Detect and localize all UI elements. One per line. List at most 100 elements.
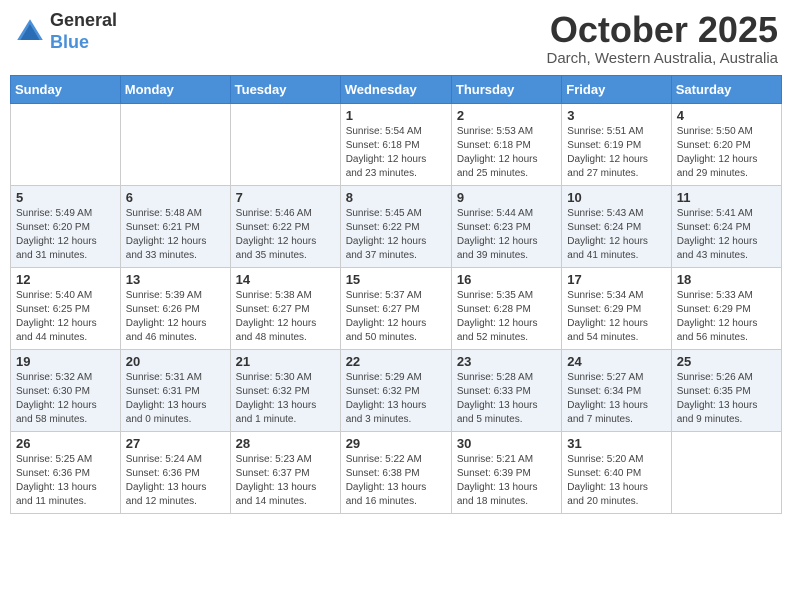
day-info: Sunrise: 5:49 AM Sunset: 6:20 PM Dayligh… (16, 207, 115, 263)
day-info: Sunrise: 5:23 AM Sunset: 6:37 PM Dayligh… (236, 453, 335, 509)
calendar-cell: 12 Sunrise: 5:40 AM Sunset: 6:25 PM Dayli… (11, 267, 121, 349)
calendar-cell: 16 Sunrise: 5:35 AM Sunset: 6:28 PM Dayli… (451, 267, 561, 349)
calendar-cell: 18 Sunrise: 5:33 AM Sunset: 6:29 PM Dayli… (671, 267, 781, 349)
day-number: 7 (236, 190, 335, 205)
calendar-cell (671, 431, 781, 513)
logo-general: General (50, 10, 117, 30)
calendar-cell: 10Sunrise: 5:43 AM Sunset: 6:24 PM Dayli… (562, 185, 671, 267)
day-number: 6 (126, 190, 225, 205)
day-info: Sunrise: 5:34 AM Sunset: 6:29 PM Dayligh… (567, 289, 665, 345)
day-info: Sunrise: 5:46 AM Sunset: 6:22 PM Dayligh… (236, 207, 335, 263)
day-info: Sunrise: 5:27 AM Sunset: 6:34 PM Dayligh… (567, 371, 665, 427)
calendar-cell: 7 Sunrise: 5:46 AM Sunset: 6:22 PM Daylig… (230, 185, 340, 267)
day-number: 9 (457, 190, 556, 205)
calendar-week-row: 5 Sunrise: 5:49 AM Sunset: 6:20 PM Daylig… (11, 185, 782, 267)
day-number: 12 (16, 272, 115, 287)
calendar-cell: 29Sunrise: 5:22 AM Sunset: 6:38 PM Dayli… (340, 431, 451, 513)
day-number: 23 (457, 354, 556, 369)
calendar-cell: 30 Sunrise: 5:21 AM Sunset: 6:39 PM Dayli… (451, 431, 561, 513)
page-header: General Blue October 2025 Darch, Western… (10, 10, 782, 67)
month-title: October 2025 (547, 10, 779, 50)
calendar-body: 1 Sunrise: 5:54 AM Sunset: 6:18 PM Daylig… (11, 103, 782, 513)
calendar-cell: 2Sunrise: 5:53 AM Sunset: 6:18 PM Daylig… (451, 103, 561, 185)
weekday-header: Wednesday (340, 75, 451, 103)
logo-icon (14, 16, 46, 48)
day-number: 1 (346, 108, 446, 123)
calendar-week-row: 26 Sunrise: 5:25 AM Sunset: 6:36 PM Dayli… (11, 431, 782, 513)
logo-text: General Blue (50, 10, 117, 53)
day-info: Sunrise: 5:35 AM Sunset: 6:28 PM Dayligh… (457, 289, 556, 345)
day-number: 18 (677, 272, 776, 287)
calendar-cell: 25Sunrise: 5:26 AM Sunset: 6:35 PM Dayli… (671, 349, 781, 431)
day-info: Sunrise: 5:40 AM Sunset: 6:25 PM Dayligh… (16, 289, 115, 345)
day-info: Sunrise: 5:29 AM Sunset: 6:32 PM Dayligh… (346, 371, 446, 427)
day-number: 11 (677, 190, 776, 205)
calendar-week-row: 1 Sunrise: 5:54 AM Sunset: 6:18 PM Daylig… (11, 103, 782, 185)
calendar-cell: 31Sunrise: 5:20 AM Sunset: 6:40 PM Dayli… (562, 431, 671, 513)
day-info: Sunrise: 5:54 AM Sunset: 6:18 PM Dayligh… (346, 125, 446, 181)
calendar-cell: 26 Sunrise: 5:25 AM Sunset: 6:36 PM Dayli… (11, 431, 121, 513)
calendar-cell: 17Sunrise: 5:34 AM Sunset: 6:29 PM Dayli… (562, 267, 671, 349)
calendar-cell (230, 103, 340, 185)
calendar-table: SundayMondayTuesdayWednesdayThursdayFrid… (10, 75, 782, 514)
day-number: 27 (126, 436, 225, 451)
calendar-week-row: 19Sunrise: 5:32 AM Sunset: 6:30 PM Dayli… (11, 349, 782, 431)
day-info: Sunrise: 5:31 AM Sunset: 6:31 PM Dayligh… (126, 371, 225, 427)
title-block: October 2025 Darch, Western Australia, A… (547, 10, 779, 67)
day-info: Sunrise: 5:41 AM Sunset: 6:24 PM Dayligh… (677, 207, 776, 263)
day-info: Sunrise: 5:39 AM Sunset: 6:26 PM Dayligh… (126, 289, 225, 345)
calendar-cell: 5 Sunrise: 5:49 AM Sunset: 6:20 PM Daylig… (11, 185, 121, 267)
day-number: 26 (16, 436, 115, 451)
weekday-header: Thursday (451, 75, 561, 103)
calendar-cell: 13 Sunrise: 5:39 AM Sunset: 6:26 PM Dayli… (120, 267, 230, 349)
day-info: Sunrise: 5:53 AM Sunset: 6:18 PM Dayligh… (457, 125, 556, 181)
calendar-cell: 3Sunrise: 5:51 AM Sunset: 6:19 PM Daylig… (562, 103, 671, 185)
weekday-header: Sunday (11, 75, 121, 103)
day-number: 15 (346, 272, 446, 287)
day-info: Sunrise: 5:51 AM Sunset: 6:19 PM Dayligh… (567, 125, 665, 181)
day-info: Sunrise: 5:48 AM Sunset: 6:21 PM Dayligh… (126, 207, 225, 263)
calendar-cell: 19Sunrise: 5:32 AM Sunset: 6:30 PM Dayli… (11, 349, 121, 431)
calendar-cell: 14Sunrise: 5:38 AM Sunset: 6:27 PM Dayli… (230, 267, 340, 349)
day-number: 30 (457, 436, 556, 451)
day-info: Sunrise: 5:44 AM Sunset: 6:23 PM Dayligh… (457, 207, 556, 263)
day-info: Sunrise: 5:24 AM Sunset: 6:36 PM Dayligh… (126, 453, 225, 509)
calendar-cell: 21 Sunrise: 5:30 AM Sunset: 6:32 PM Dayli… (230, 349, 340, 431)
calendar-cell: 24 Sunrise: 5:27 AM Sunset: 6:34 PM Dayli… (562, 349, 671, 431)
day-number: 13 (126, 272, 225, 287)
day-info: Sunrise: 5:38 AM Sunset: 6:27 PM Dayligh… (236, 289, 335, 345)
weekday-row: SundayMondayTuesdayWednesdayThursdayFrid… (11, 75, 782, 103)
day-number: 20 (126, 354, 225, 369)
day-info: Sunrise: 5:43 AM Sunset: 6:24 PM Dayligh… (567, 207, 665, 263)
day-number: 24 (567, 354, 665, 369)
calendar-cell (120, 103, 230, 185)
day-number: 8 (346, 190, 446, 205)
calendar-cell: 9 Sunrise: 5:44 AM Sunset: 6:23 PM Daylig… (451, 185, 561, 267)
calendar-cell: 20 Sunrise: 5:31 AM Sunset: 6:31 PM Dayli… (120, 349, 230, 431)
day-number: 4 (677, 108, 776, 123)
day-number: 28 (236, 436, 335, 451)
day-info: Sunrise: 5:21 AM Sunset: 6:39 PM Dayligh… (457, 453, 556, 509)
day-number: 5 (16, 190, 115, 205)
calendar-cell (11, 103, 121, 185)
calendar-cell: 4Sunrise: 5:50 AM Sunset: 6:20 PM Daylig… (671, 103, 781, 185)
day-info: Sunrise: 5:33 AM Sunset: 6:29 PM Dayligh… (677, 289, 776, 345)
weekday-header: Monday (120, 75, 230, 103)
calendar-cell: 8Sunrise: 5:45 AM Sunset: 6:22 PM Daylig… (340, 185, 451, 267)
calendar-cell: 28 Sunrise: 5:23 AM Sunset: 6:37 PM Dayli… (230, 431, 340, 513)
day-info: Sunrise: 5:20 AM Sunset: 6:40 PM Dayligh… (567, 453, 665, 509)
day-number: 21 (236, 354, 335, 369)
weekday-header: Friday (562, 75, 671, 103)
day-info: Sunrise: 5:30 AM Sunset: 6:32 PM Dayligh… (236, 371, 335, 427)
day-number: 19 (16, 354, 115, 369)
calendar-cell: 11 Sunrise: 5:41 AM Sunset: 6:24 PM Dayli… (671, 185, 781, 267)
calendar-header: SundayMondayTuesdayWednesdayThursdayFrid… (11, 75, 782, 103)
calendar-cell: 1 Sunrise: 5:54 AM Sunset: 6:18 PM Daylig… (340, 103, 451, 185)
calendar-week-row: 12 Sunrise: 5:40 AM Sunset: 6:25 PM Dayli… (11, 267, 782, 349)
logo: General Blue (14, 10, 117, 53)
day-number: 16 (457, 272, 556, 287)
day-info: Sunrise: 5:25 AM Sunset: 6:36 PM Dayligh… (16, 453, 115, 509)
calendar-cell: 6 Sunrise: 5:48 AM Sunset: 6:21 PM Daylig… (120, 185, 230, 267)
calendar-cell: 27 Sunrise: 5:24 AM Sunset: 6:36 PM Dayli… (120, 431, 230, 513)
day-info: Sunrise: 5:26 AM Sunset: 6:35 PM Dayligh… (677, 371, 776, 427)
